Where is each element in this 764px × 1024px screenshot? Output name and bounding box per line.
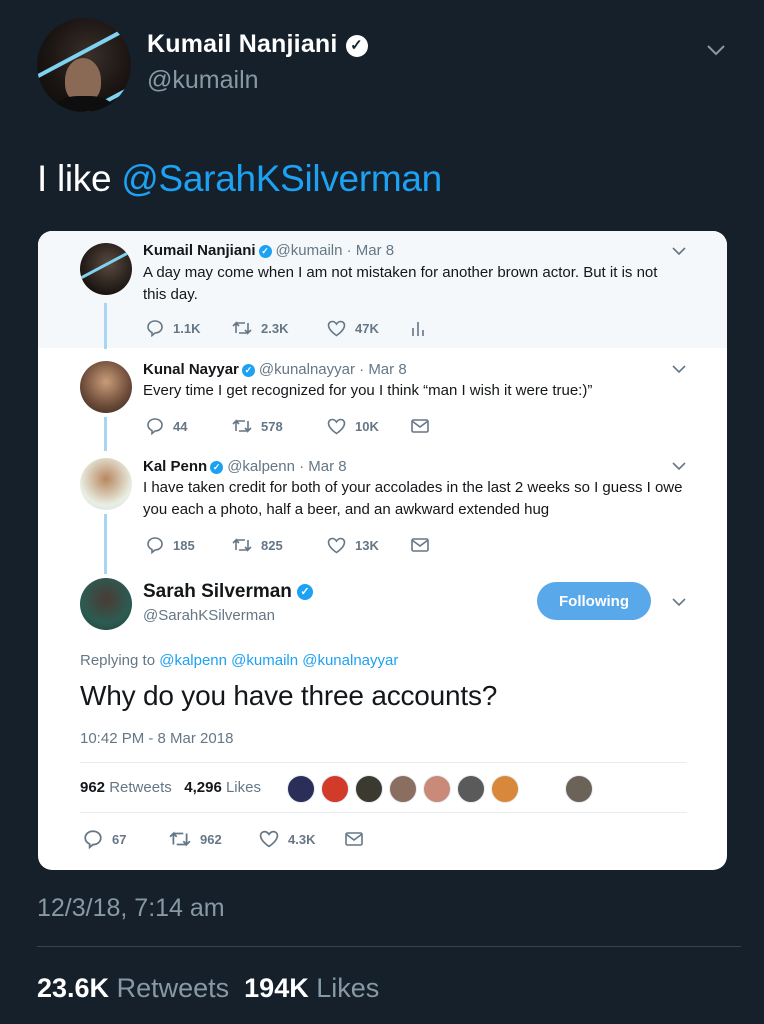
- avatar[interactable]: [457, 775, 485, 803]
- thread-tweet-text: I have taken credit for both of your acc…: [143, 479, 683, 518]
- author-handle[interactable]: @kumailn: [147, 66, 259, 95]
- thread-tweet-text: A day may come when I am not mistaken fo…: [143, 264, 658, 303]
- reply-icon: [147, 320, 163, 337]
- thread-connector: [104, 417, 107, 451]
- verified-badge-icon: ✓: [345, 35, 368, 57]
- analytics-button[interactable]: [411, 319, 434, 337]
- like-button[interactable]: 13K: [327, 537, 411, 554]
- engagement-stats: 962 Retweets 4,296 Likes: [80, 779, 261, 796]
- message-icon: [411, 538, 429, 552]
- reply-button[interactable]: 67: [83, 829, 169, 849]
- divider: [80, 762, 687, 763]
- verified-badge-icon: ✓: [241, 364, 255, 377]
- tweet-actions: 185 825 13K: [146, 536, 438, 554]
- thread-connector: [104, 303, 107, 349]
- mention-link[interactable]: @SarahKSilverman: [121, 158, 442, 199]
- avatar[interactable]: [37, 18, 131, 112]
- tweet-text: I like @SarahKSilverman: [37, 158, 442, 199]
- retweet-icon: [232, 321, 252, 335]
- retweet-icon: [232, 419, 252, 433]
- retweets-stat[interactable]: 962 Retweets: [80, 779, 172, 796]
- direct-message-button[interactable]: [411, 419, 438, 433]
- likes-stat[interactable]: 194K Likes: [244, 973, 379, 1003]
- replying-to: Replying to @kalpenn @kumailn @kunalnayy…: [80, 652, 399, 669]
- tweet-date: 12/3/18, 7:14 am: [37, 894, 225, 922]
- direct-message-button[interactable]: [411, 538, 438, 552]
- avatar[interactable]: [423, 775, 451, 803]
- message-icon: [345, 832, 363, 846]
- reply-icon: [147, 537, 163, 554]
- heart-icon: [327, 537, 346, 553]
- reply-button[interactable]: 185: [146, 536, 232, 554]
- author-name[interactable]: Kumail Nanjiani ✓: [147, 30, 368, 59]
- message-icon: [411, 419, 429, 433]
- thread-tweet-text: Every time I get recognized for you I th…: [143, 382, 593, 399]
- avatar[interactable]: [389, 775, 417, 803]
- tweet-actions: 44 578 10K: [146, 417, 438, 435]
- avatar[interactable]: [491, 775, 519, 803]
- thread-tweet-author[interactable]: Kal Penn ✓ @kalpenn · Mar 8: [143, 458, 347, 475]
- thread-tweet-author[interactable]: Kumail Nanjiani ✓ @kumailn · Mar 8: [143, 242, 394, 259]
- tweet-timestamp[interactable]: 10:42 PM - 8 Mar 2018: [80, 730, 233, 747]
- verified-badge-icon: ✓: [296, 584, 313, 600]
- avatar[interactable]: [355, 775, 383, 803]
- quoted-thread-card[interactable]: Kumail Nanjiani ✓ @kumailn · Mar 8 A day m…: [38, 231, 727, 870]
- likes-stat[interactable]: 4,296 Likes: [184, 779, 261, 796]
- divider: [80, 812, 687, 813]
- reply-button[interactable]: 44: [146, 417, 232, 435]
- main-tweet-text: Why do you have three accounts?: [80, 680, 498, 711]
- main-tweet-handle[interactable]: @SarahKSilverman: [143, 607, 275, 624]
- avatar[interactable]: [80, 458, 132, 510]
- thread-connector: [104, 514, 107, 574]
- avatar: [525, 775, 553, 803]
- like-button[interactable]: 47K: [327, 320, 411, 337]
- heart-icon: [327, 418, 346, 434]
- avatar[interactable]: [287, 775, 315, 803]
- avatar[interactable]: [321, 775, 349, 803]
- retweet-button[interactable]: 578: [232, 418, 327, 434]
- main-tweet-author[interactable]: Sarah Silverman ✓: [143, 581, 313, 603]
- retweet-button[interactable]: 962: [169, 830, 259, 848]
- like-button[interactable]: 4.3K: [259, 830, 345, 848]
- thread-tweet-author[interactable]: Kunal Nayyar ✓ @kunalnayyar · Mar 8: [143, 361, 407, 378]
- chevron-down-icon[interactable]: [672, 595, 686, 609]
- chevron-down-icon[interactable]: [706, 40, 726, 60]
- retweet-button[interactable]: 2.3K: [232, 320, 327, 336]
- divider: [37, 946, 741, 947]
- reply-button[interactable]: 1.1K: [146, 319, 232, 337]
- mention-link[interactable]: @kalpenn @kumailn @kunalnayyar: [159, 652, 398, 669]
- avatar[interactable]: [80, 578, 132, 630]
- reply-icon: [147, 418, 163, 435]
- chevron-down-icon[interactable]: [672, 244, 686, 258]
- avatar[interactable]: [80, 361, 132, 413]
- retweet-button[interactable]: 825: [232, 537, 327, 553]
- tweet-actions: 1.1K 2.3K 47K: [146, 319, 434, 337]
- verified-badge-icon: ✓: [210, 461, 224, 474]
- tweet-actions: 67 962 4.3K: [83, 829, 372, 849]
- liker-avatars: [287, 775, 599, 803]
- analytics-icon: [412, 322, 424, 336]
- chevron-down-icon[interactable]: [672, 362, 686, 376]
- like-button[interactable]: 10K: [327, 418, 411, 435]
- reply-icon: [84, 830, 102, 849]
- avatar[interactable]: [80, 243, 132, 295]
- verified-badge-icon: ✓: [258, 245, 272, 258]
- retweets-stat[interactable]: 23.6K Retweets: [37, 973, 229, 1003]
- outer-engagement-stats: 23.6K Retweets 194K Likes: [37, 973, 379, 1004]
- retweet-icon: [169, 831, 191, 847]
- chevron-down-icon[interactable]: [672, 459, 686, 473]
- following-button[interactable]: Following: [537, 582, 651, 620]
- retweet-icon: [232, 538, 252, 552]
- avatar[interactable]: [565, 775, 593, 803]
- heart-icon: [259, 830, 279, 848]
- direct-message-button[interactable]: [345, 832, 372, 846]
- heart-icon: [327, 320, 346, 336]
